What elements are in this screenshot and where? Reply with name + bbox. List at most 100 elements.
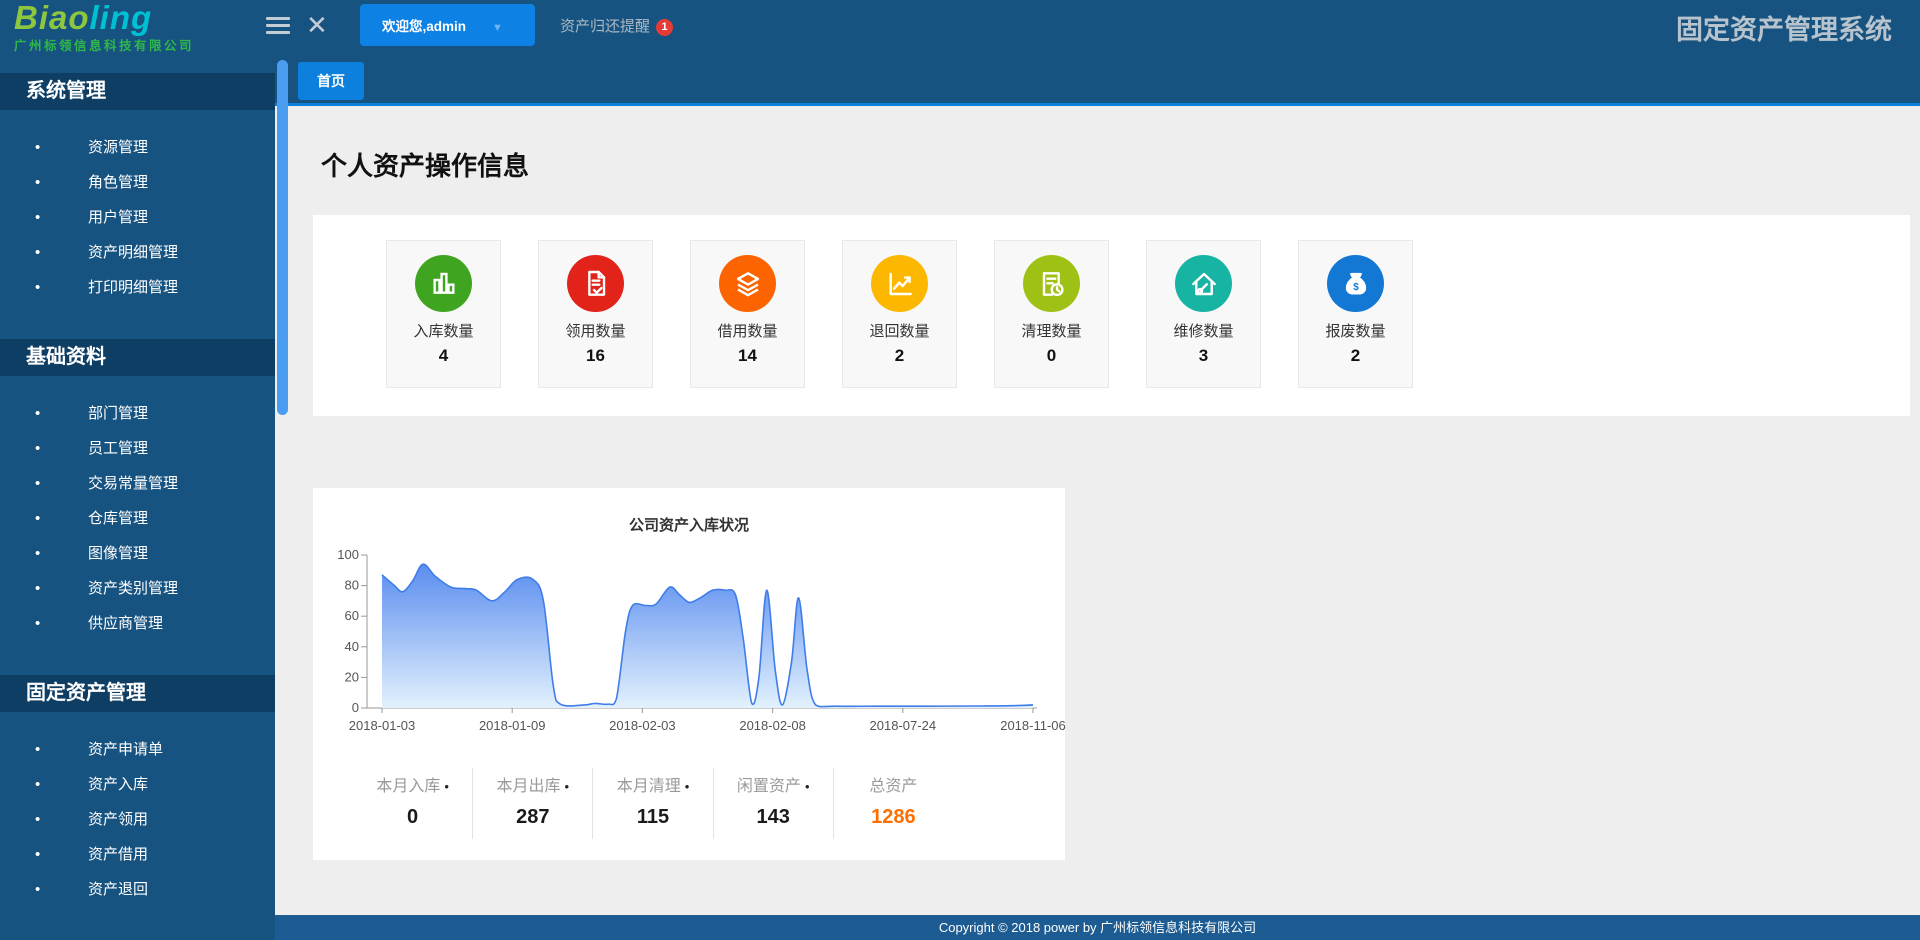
summary-label: 总资产	[869, 778, 917, 795]
sidebar-item-print-detail-mgmt[interactable]: •打印明细管理	[0, 270, 275, 305]
notice-badge: 1	[656, 19, 673, 36]
stat-value: 2	[843, 346, 956, 366]
asset-summary-row: 本月入库• 0 本月出库• 287 本月清理• 115 闲置资产• 143 总资…	[353, 768, 953, 839]
user-welcome-dropdown[interactable]: 欢迎您,admin▼	[360, 4, 535, 46]
bullet-icon: •	[35, 571, 88, 606]
stat-value: 2	[1299, 346, 1412, 366]
card-repair-count[interactable]: 维修数量 3	[1146, 240, 1261, 388]
sidebar-section-title: 系统管理	[0, 73, 275, 110]
bullet-icon: •	[35, 200, 88, 235]
sidebar-item-employee-mgmt[interactable]: •员工管理	[0, 431, 275, 466]
stat-value: 3	[1147, 346, 1260, 366]
sidebar-item-resource-mgmt[interactable]: •资源管理	[0, 130, 275, 165]
summary-value-total: 1286	[834, 806, 953, 829]
sidebar-item-image-mgmt[interactable]: •图像管理	[0, 536, 275, 571]
sidebar-item-label: 图像管理	[88, 545, 148, 562]
stat-cards-panel: 入库数量 4 领用数量 16 借用数量 14	[313, 215, 1910, 416]
svg-text:$: $	[1353, 282, 1359, 293]
sidebar-item-label: 资产借用	[88, 846, 148, 863]
trend-chart-icon	[871, 255, 928, 312]
sidebar-item-label: 资产领用	[88, 811, 148, 828]
sidebar-item-label: 资产类别管理	[88, 580, 178, 597]
sidebar-item-asset-inbound[interactable]: •资产入库	[0, 767, 275, 802]
card-cleanup-count[interactable]: 清理数量 0	[994, 240, 1109, 388]
stat-label: 报废数量	[1299, 320, 1412, 341]
asset-chart-panel: 公司资产入库状况	[313, 488, 1065, 860]
money-bag-icon: $	[1327, 255, 1384, 312]
bullet-icon: •	[35, 767, 88, 802]
sidebar-section-basic-data: 基础资料 •部门管理 •员工管理 •交易常量管理 •仓库管理 •图像管理 •资产…	[0, 339, 275, 646]
stat-value: 16	[539, 346, 652, 366]
dot-icon: •	[805, 779, 810, 794]
y-tick-label: 40	[345, 639, 359, 654]
sidebar-item-asset-category-mgmt[interactable]: •资产类别管理	[0, 571, 275, 606]
x-tick-label: 2018-01-03	[349, 718, 416, 733]
sidebar-item-user-mgmt[interactable]: •用户管理	[0, 200, 275, 235]
document-check-icon	[567, 255, 624, 312]
logo-text-part1: Biao	[14, 0, 90, 36]
card-requisition-count[interactable]: 领用数量 16	[538, 240, 653, 388]
summary-value: 287	[473, 806, 592, 829]
card-borrow-count[interactable]: 借用数量 14	[690, 240, 805, 388]
sidebar-item-asset-application[interactable]: •资产申请单	[0, 732, 275, 767]
notice-label: 资产归还提醒	[560, 18, 650, 35]
sidebar-item-transaction-constant-mgmt[interactable]: •交易常量管理	[0, 466, 275, 501]
y-tick-label: 60	[345, 608, 359, 623]
sidebar-item-role-mgmt[interactable]: •角色管理	[0, 165, 275, 200]
tab-home[interactable]: 首页	[298, 62, 364, 100]
card-inbound-count[interactable]: 入库数量 4	[386, 240, 501, 388]
x-tick-label: 2018-02-03	[609, 718, 676, 733]
bullet-icon: •	[35, 606, 88, 641]
layers-icon	[719, 255, 776, 312]
card-scrap-count[interactable]: $ 报废数量 2	[1298, 240, 1413, 388]
sidebar-item-label: 用户管理	[88, 209, 148, 226]
summary-total-assets: 总资产 1286	[834, 768, 953, 839]
bullet-icon: •	[35, 501, 88, 536]
logo-text-part2: ling	[90, 0, 153, 36]
sidebar-item-asset-requisition[interactable]: •资产领用	[0, 802, 275, 837]
sidebar-scrollbar-thumb[interactable]	[277, 60, 288, 415]
sidebar-item-label: 部门管理	[88, 405, 148, 422]
x-tick-label: 2018-07-24	[870, 718, 937, 733]
bullet-icon: •	[35, 270, 88, 305]
sidebar-item-label: 资源管理	[88, 139, 148, 156]
sidebar-item-label: 员工管理	[88, 440, 148, 457]
sidebar-section-title: 基础资料	[0, 339, 275, 376]
document-clock-icon	[1023, 255, 1080, 312]
company-logo: Biaoling 广州标领信息科技有限公司	[14, 2, 264, 54]
chart-area-fill	[382, 564, 1033, 708]
stat-label: 领用数量	[539, 320, 652, 341]
sidebar-item-asset-detail-mgmt[interactable]: •资产明细管理	[0, 235, 275, 270]
sidebar-nav: 系统管理 •资源管理 •角色管理 •用户管理 •资产明细管理 •打印明细管理 基…	[0, 50, 275, 940]
y-tick-label: 20	[345, 669, 359, 684]
sidebar-item-department-mgmt[interactable]: •部门管理	[0, 396, 275, 431]
summary-label: 本月出库	[497, 778, 561, 795]
asset-return-reminder[interactable]: 资产归还提醒 1	[560, 15, 673, 36]
sidebar-item-supplier-mgmt[interactable]: •供应商管理	[0, 606, 275, 641]
main-content: 个人资产操作信息 入库数量 4 领用数量 16	[275, 103, 1920, 915]
bullet-icon: •	[35, 872, 88, 907]
sidebar-item-label: 资产申请单	[88, 741, 163, 758]
tab-bar: 首页	[275, 50, 1920, 103]
stat-value: 14	[691, 346, 804, 366]
summary-label: 闲置资产	[737, 778, 801, 795]
summary-value: 115	[593, 806, 712, 829]
logo-wordmark: Biaoling	[14, 2, 264, 34]
sidebar-item-label: 资产退回	[88, 881, 148, 898]
summary-value: 143	[714, 806, 833, 829]
close-icon[interactable]: ✕	[306, 8, 328, 42]
stat-value: 0	[995, 346, 1108, 366]
sidebar-section-fixed-asset: 固定资产管理 •资产申请单 •资产入库 •资产领用 •资产借用 •资产退回	[0, 675, 275, 912]
menu-toggle-icon[interactable]	[266, 13, 290, 37]
bullet-icon: •	[35, 837, 88, 872]
bar-chart-icon	[415, 255, 472, 312]
sidebar-item-warehouse-mgmt[interactable]: •仓库管理	[0, 501, 275, 536]
sidebar-item-asset-return[interactable]: •资产退回	[0, 872, 275, 907]
bullet-icon: •	[35, 536, 88, 571]
summary-idle-assets: 闲置资产 • 143	[714, 768, 834, 839]
sidebar-item-asset-borrow[interactable]: •资产借用	[0, 837, 275, 872]
x-tick-label: 2018-02-08	[739, 718, 806, 733]
footer-bar: Copyright © 2018 power by 广州标领信息科技有限公司	[275, 915, 1920, 940]
stat-label: 维修数量	[1147, 320, 1260, 341]
card-return-count[interactable]: 退回数量 2	[842, 240, 957, 388]
